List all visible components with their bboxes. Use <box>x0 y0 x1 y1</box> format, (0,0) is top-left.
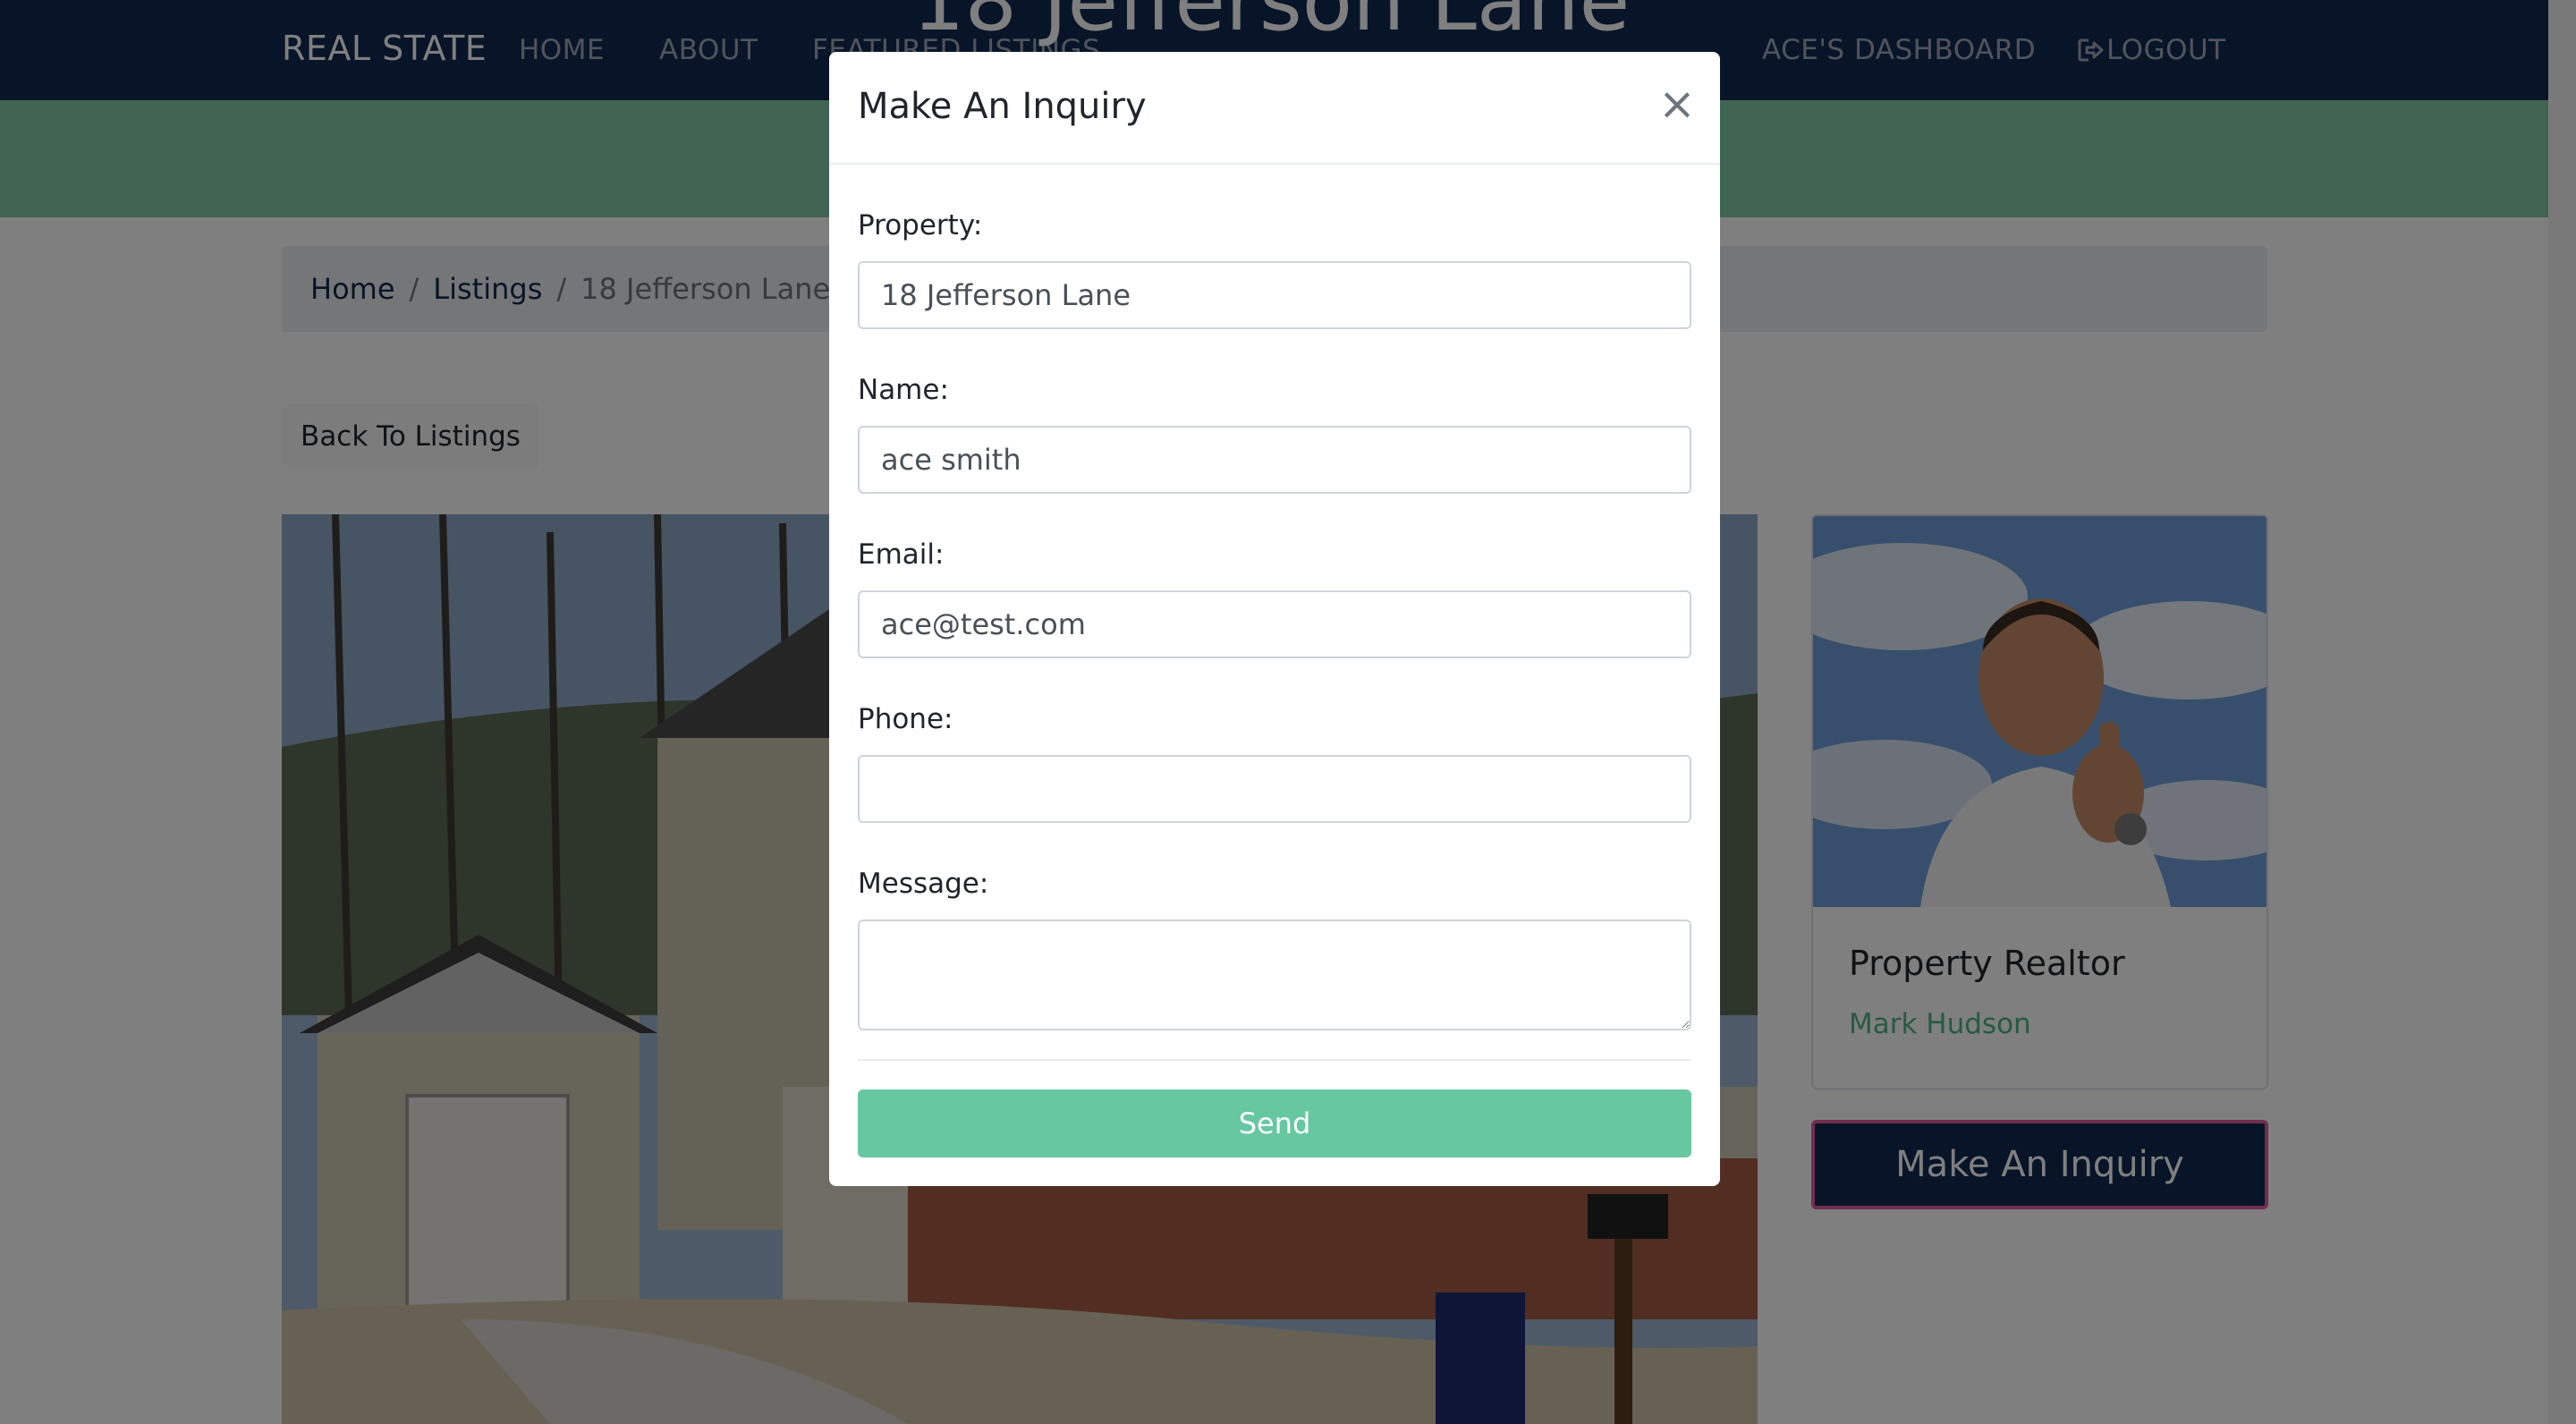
phone-label: Phone: <box>858 703 953 735</box>
name-field[interactable] <box>858 426 1691 494</box>
property-field[interactable] <box>858 261 1691 329</box>
message-field[interactable] <box>858 920 1691 1030</box>
email-label: Email: <box>858 538 945 571</box>
send-button[interactable]: Send <box>858 1089 1691 1157</box>
name-label: Name: <box>858 374 949 406</box>
modal-divider <box>858 1059 1691 1061</box>
modal-title: Make An Inquiry <box>858 86 1147 127</box>
modal-header: Make An Inquiry × <box>829 52 1720 165</box>
close-icon[interactable]: × <box>1656 78 1699 130</box>
inquiry-modal: Make An Inquiry × Property: Name: Email:… <box>829 52 1720 1186</box>
phone-field[interactable] <box>858 755 1691 823</box>
property-label: Property: <box>858 209 983 242</box>
message-label: Message: <box>858 868 989 900</box>
email-field[interactable] <box>858 590 1691 658</box>
